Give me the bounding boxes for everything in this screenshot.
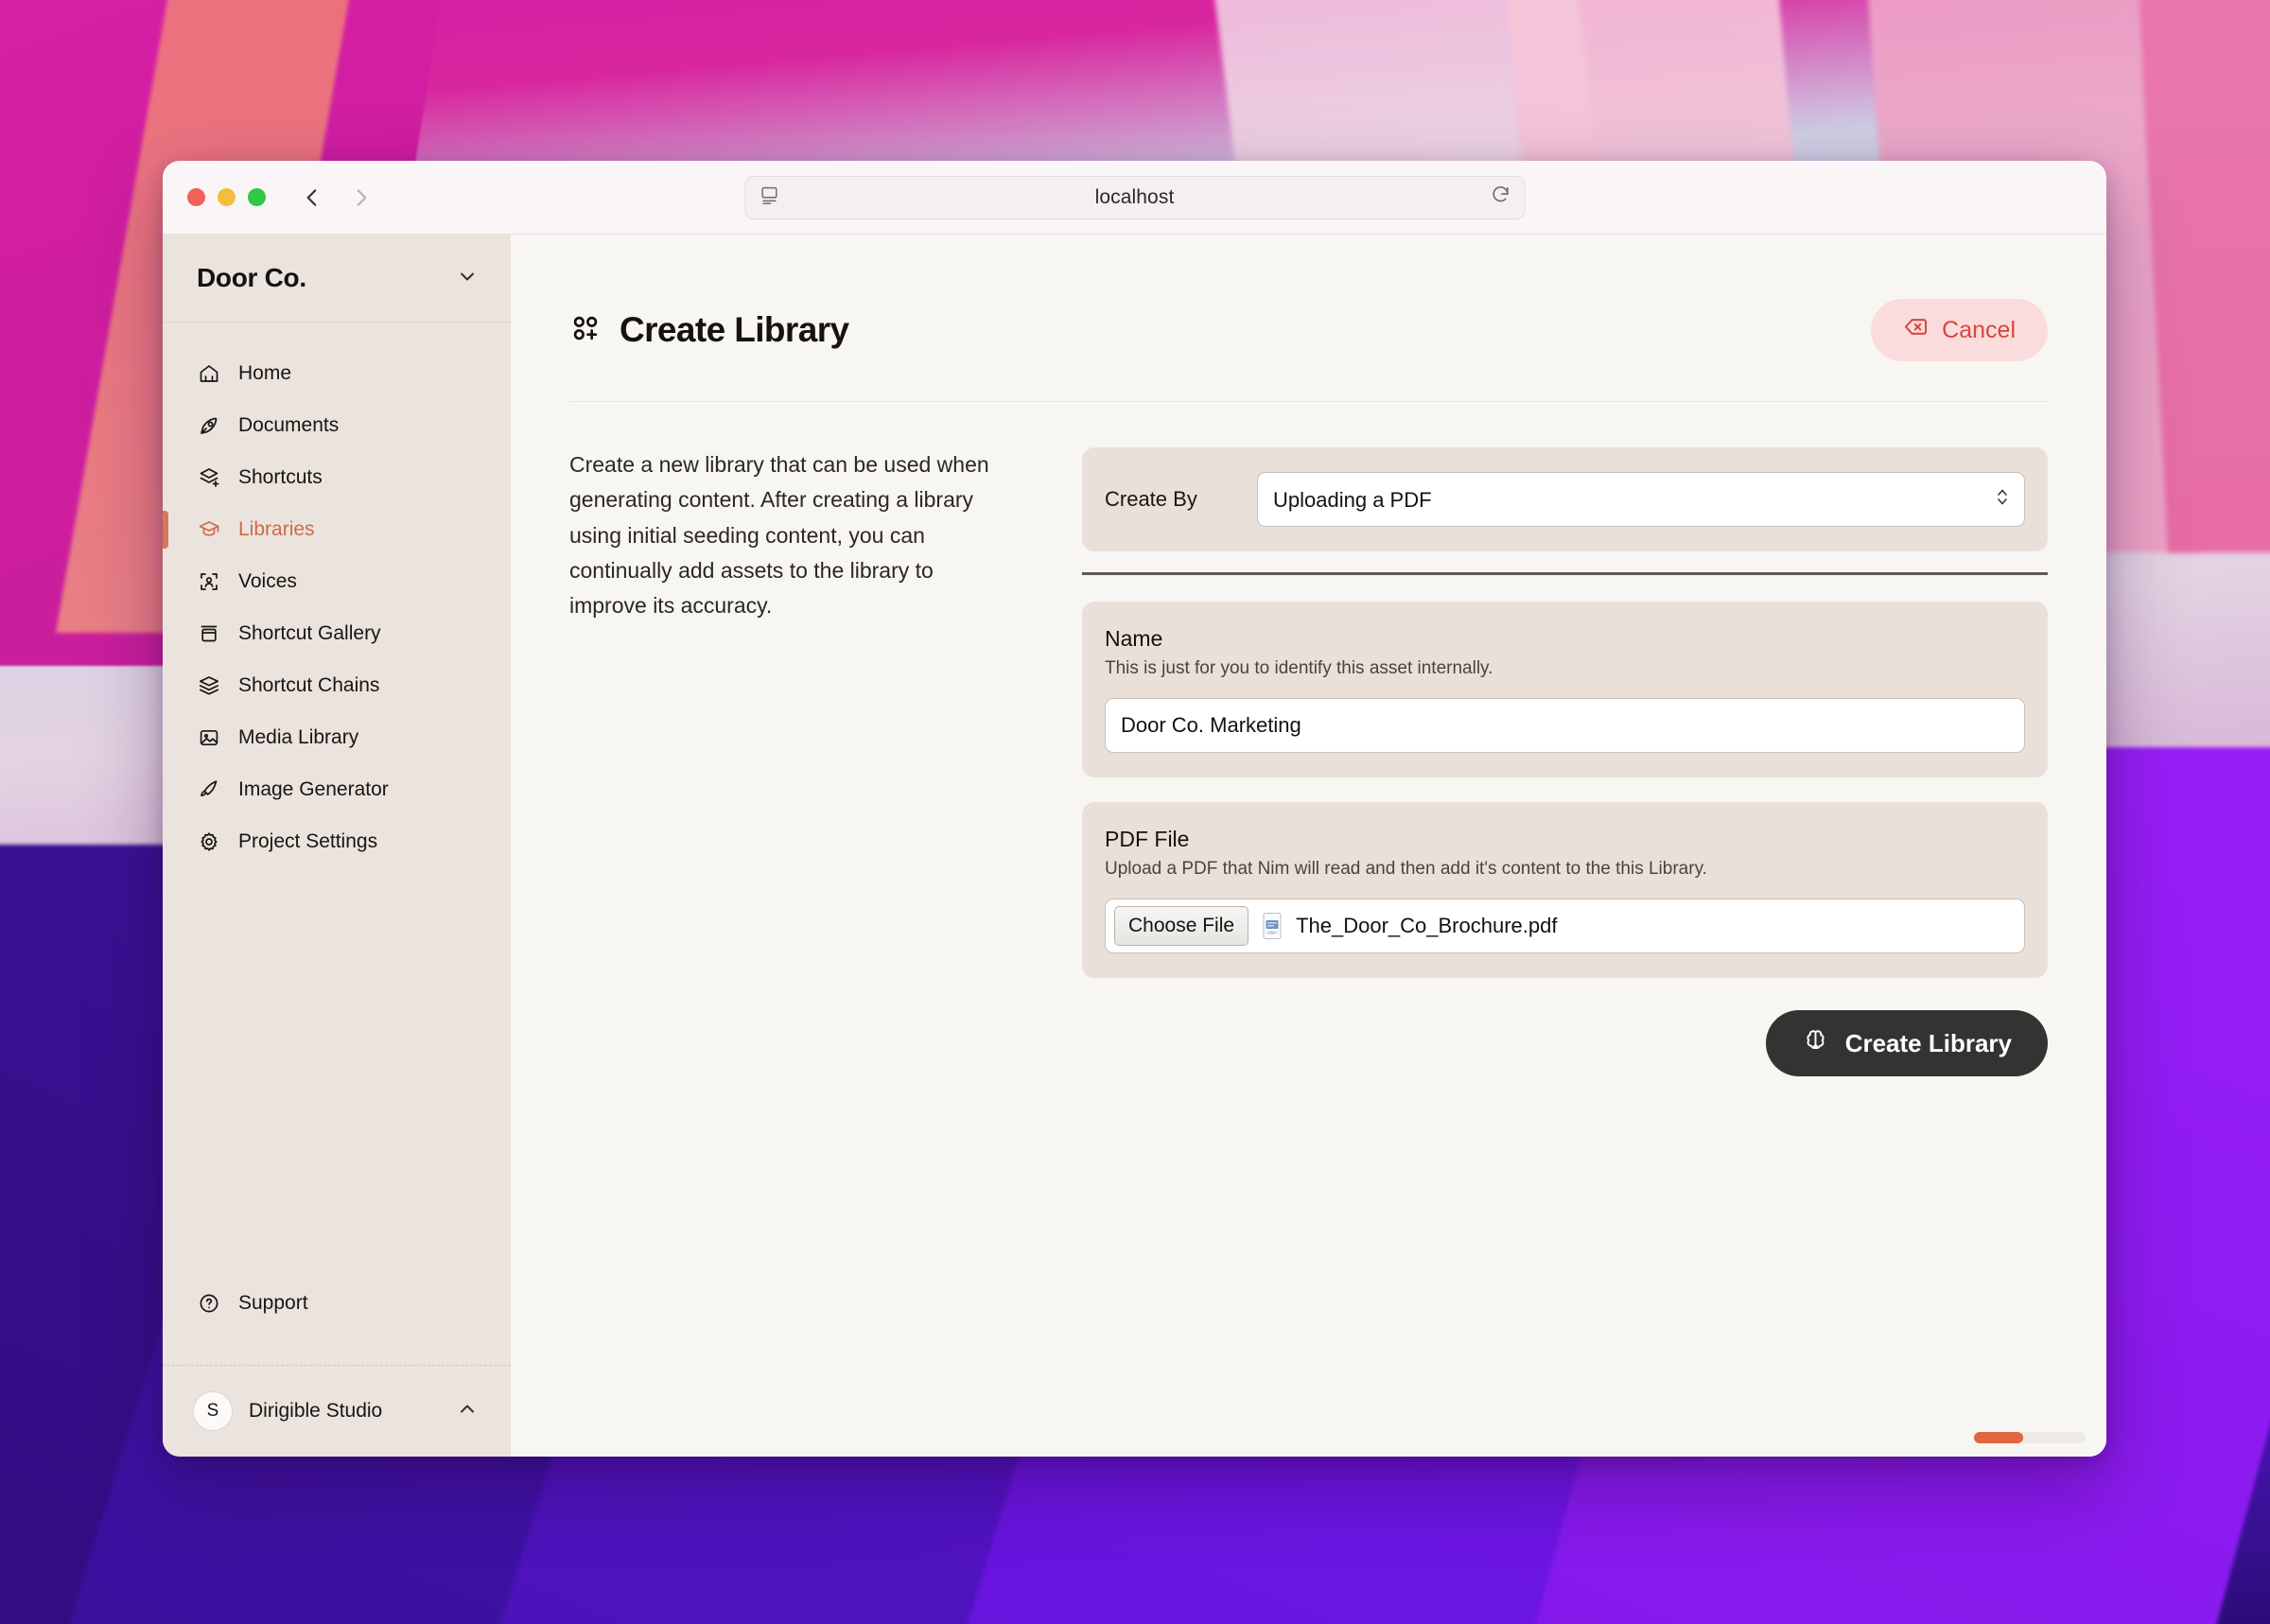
chevron-down-icon[interactable] — [456, 265, 479, 292]
pdf-card-title: PDF File — [1105, 827, 1190, 851]
browser-window: localhost Door Co. Home Documents Shortc… — [163, 161, 2106, 1457]
browser-titlebar: localhost — [163, 161, 2106, 235]
create-library-button-label: Create Library — [1844, 1028, 2012, 1057]
sidebar: Door Co. Home Documents Shortcuts Librar… — [163, 235, 511, 1457]
page-title: Create Library — [620, 310, 849, 349]
question-circle-icon — [197, 1291, 221, 1316]
page-description: Create a new library that can be used wh… — [569, 452, 989, 618]
create-by-field: Create By Uploading a PDF — [1082, 447, 2048, 551]
sidebar-item-label: Image Generator — [238, 777, 389, 800]
delete-tag-icon — [1903, 314, 1929, 346]
main-content: Create Library Cancel Create a new libra… — [511, 240, 2106, 1457]
close-window-button[interactable] — [187, 188, 205, 206]
url-text: localhost — [1094, 185, 1175, 208]
app-body: Door Co. Home Documents Shortcuts Librar… — [163, 235, 2106, 1457]
create-by-label: Create By — [1105, 487, 1197, 511]
archive-box-icon — [197, 621, 221, 646]
sidebar-item-label: Support — [238, 1291, 308, 1314]
sidebar-item-image-generator[interactable]: Image Generator — [163, 763, 511, 815]
selected-file-name: The_Door_Co_Brochure.pdf — [1296, 914, 1558, 937]
gear-icon — [197, 829, 221, 854]
create-library-button[interactable]: Create Library — [1765, 1010, 2048, 1076]
forward-button[interactable] — [349, 185, 374, 210]
divider — [1082, 572, 2048, 575]
image-icon — [197, 725, 221, 750]
name-input[interactable] — [1105, 698, 2025, 753]
sidebar-item-label: Shortcut Chains — [238, 673, 380, 696]
sidebar-item-support[interactable]: Support — [163, 1277, 511, 1329]
file-input[interactable]: Choose File PDF The_Door_Co_Brochure.pdf — [1105, 899, 2025, 953]
sidebar-item-voices[interactable]: Voices — [163, 555, 511, 607]
sidebar-item-project-settings[interactable]: Project Settings — [163, 815, 511, 867]
paintbrush-icon — [197, 777, 221, 802]
cancel-button-label: Cancel — [1942, 316, 2016, 343]
window-controls — [187, 188, 266, 206]
sidebar-item-home[interactable]: Home — [163, 347, 511, 399]
back-button[interactable] — [300, 185, 324, 210]
sidebar-item-documents[interactable]: Documents — [163, 399, 511, 451]
circles-plus-icon — [569, 312, 602, 349]
sidebar-item-label: Libraries — [238, 517, 315, 540]
choose-file-button[interactable]: Choose File — [1114, 906, 1249, 946]
sidebar-item-label: Documents — [238, 413, 340, 436]
pdf-card-help: Upload a PDF that Nim will read and then… — [1105, 859, 1707, 879]
maximize-window-button[interactable] — [248, 188, 266, 206]
address-bar[interactable]: localhost — [744, 175, 1525, 219]
account-switcher[interactable]: S Dirigible Studio — [163, 1366, 511, 1457]
minimize-window-button[interactable] — [218, 188, 236, 206]
reader-view-icon[interactable] — [759, 184, 779, 210]
pdf-file-card: PDF File Upload a PDF that Nim will read… — [1082, 802, 2048, 978]
name-card-title: Name — [1105, 626, 1163, 651]
sidebar-item-shortcut-gallery[interactable]: Shortcut Gallery — [163, 607, 511, 659]
page-header: Create Library Cancel — [569, 299, 2048, 402]
graduation-cap-icon — [197, 517, 221, 542]
sidebar-item-label: Home — [238, 361, 292, 384]
org-name: Door Co. — [197, 263, 306, 292]
description-column: Create a new library that can be used wh… — [569, 447, 1014, 1076]
pen-nib-icon — [197, 413, 221, 438]
sidebar-item-label: Shortcuts — [238, 465, 323, 488]
home-icon — [197, 361, 221, 386]
person-frame-icon — [197, 569, 221, 594]
scrollbar-thumb[interactable] — [1974, 1432, 2023, 1443]
chevron-up-icon[interactable] — [456, 1398, 479, 1425]
create-by-select[interactable]: Uploading a PDF — [1257, 472, 2025, 527]
brain-icon — [1802, 1026, 1829, 1060]
avatar: S — [193, 1391, 233, 1431]
sidebar-item-media-library[interactable]: Media Library — [163, 711, 511, 763]
svg-text:PDF: PDF — [1268, 931, 1276, 934]
layers-plus-icon — [197, 465, 221, 490]
sidebar-item-shortcuts[interactable]: Shortcuts — [163, 451, 511, 503]
browser-nav-buttons — [300, 185, 374, 210]
sidebar-item-libraries[interactable]: Libraries — [163, 503, 511, 555]
layers-icon — [197, 673, 221, 698]
sidebar-item-shortcut-chains[interactable]: Shortcut Chains — [163, 659, 511, 711]
name-field-card: Name This is just for you to identify th… — [1082, 602, 2048, 777]
horizontal-scrollbar[interactable] — [1974, 1432, 2086, 1443]
sidebar-item-label: Shortcut Gallery — [238, 621, 381, 644]
name-card-help: This is just for you to identify this as… — [1105, 658, 1493, 678]
sidebar-item-label: Project Settings — [238, 829, 378, 852]
pdf-document-icon: PDF — [1260, 911, 1284, 941]
reload-icon[interactable] — [1490, 184, 1510, 210]
cancel-button[interactable]: Cancel — [1871, 299, 2048, 361]
sidebar-item-label: Voices — [238, 569, 297, 592]
sidebar-nav: Home Documents Shortcuts Libraries Voice… — [163, 323, 511, 867]
sidebar-item-label: Media Library — [238, 725, 359, 748]
org-switcher[interactable]: Door Co. — [163, 235, 511, 323]
form-column: Create By Uploading a PDF Name This is j… — [1082, 447, 2048, 1076]
account-name: Dirigible Studio — [249, 1400, 383, 1422]
